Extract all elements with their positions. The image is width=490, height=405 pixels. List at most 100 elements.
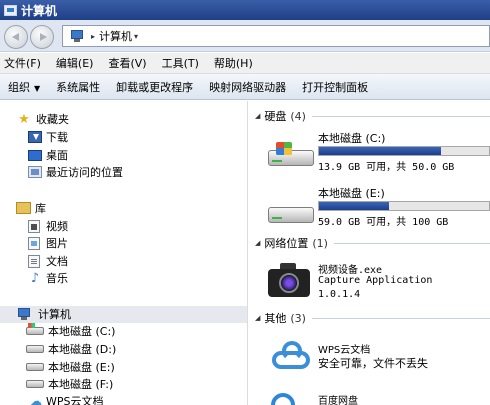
drive-icon xyxy=(26,380,44,388)
drive-name: 本地磁盘 (C:) xyxy=(318,132,386,145)
nav-label: 本地磁盘 (E:) xyxy=(48,361,115,374)
group-divider xyxy=(311,317,490,319)
drive-tile-c[interactable]: 本地磁盘 (C:) 13.9 GB 可用，共 50.0 GB xyxy=(249,130,490,173)
open-control-panel-button[interactable]: 打开控制面板 xyxy=(302,79,368,95)
nav-label: 收藏夹 xyxy=(36,113,69,126)
desktop-icon xyxy=(28,149,42,161)
nav-label: 最近访问的位置 xyxy=(46,166,123,179)
computer-icon xyxy=(16,308,32,320)
computer-icon xyxy=(4,4,17,16)
uninstall-program-button[interactable]: 卸载或更改程序 xyxy=(116,79,193,95)
nav-label: 音乐 xyxy=(46,272,68,285)
nav-item-videos[interactable]: 视频 xyxy=(28,218,68,234)
menu-edit[interactable]: 编辑(E) xyxy=(56,55,94,71)
system-drive-icon xyxy=(268,142,314,166)
nav-item-music[interactable]: ♪ 音乐 xyxy=(28,270,68,286)
drive-usage-bar xyxy=(318,146,490,156)
nav-label: WPS云文档 xyxy=(46,395,104,405)
baidu-netdisk-icon xyxy=(271,393,299,405)
drive-space: 59.0 GB 可用，共 100 GB xyxy=(318,217,449,228)
address-box[interactable]: ▸ 计算机 ▾ xyxy=(62,25,490,47)
nav-item-downloads[interactable]: 下载 xyxy=(28,129,68,145)
breadcrumb-computer[interactable]: 计算机 xyxy=(99,28,132,44)
drive-icon xyxy=(26,345,44,353)
window-title: 计算机 xyxy=(21,3,58,18)
address-bar: ▸ 计算机 ▾ xyxy=(0,20,490,52)
document-icon xyxy=(28,254,40,268)
group-count: (3) xyxy=(290,311,306,325)
app-version: 1.0.1.4 xyxy=(318,289,361,300)
organize-button[interactable]: 组织 ▼ xyxy=(8,79,40,95)
organize-label: 组织 xyxy=(8,80,30,94)
download-icon xyxy=(28,131,42,143)
nav-label: 文档 xyxy=(46,255,68,268)
app-description: Capture Application xyxy=(318,275,433,286)
app-description: 安全可靠，文件不丢失 xyxy=(318,357,428,370)
group-header-other[interactable]: ◢ 其他 (3) xyxy=(249,310,490,326)
collapse-triangle-icon: ◢ xyxy=(255,112,261,120)
computer-icon xyxy=(69,30,85,42)
collapse-triangle-icon: ◢ xyxy=(255,239,261,247)
nav-label: 本地磁盘 (F:) xyxy=(48,378,114,391)
nav-label: 桌面 xyxy=(46,149,68,162)
video-icon xyxy=(28,219,40,233)
group-count: (1) xyxy=(312,236,328,250)
chevron-down-icon: ▼ xyxy=(34,83,41,93)
back-button[interactable] xyxy=(4,25,28,49)
nav-label: 计算机 xyxy=(38,308,71,321)
drive-usage-bar xyxy=(318,201,490,211)
drive-usage-fill xyxy=(319,147,442,155)
app-name: 视频设备.exe xyxy=(318,265,383,276)
nav-item-drive-d[interactable]: 本地磁盘 (D:) xyxy=(26,341,116,357)
nav-label: 库 xyxy=(35,202,46,215)
nav-label: 本地磁盘 (D:) xyxy=(48,343,117,356)
group-label: 网络位置 xyxy=(264,237,309,250)
nav-libraries[interactable]: 库 xyxy=(16,200,46,216)
group-count: (4) xyxy=(290,109,306,123)
nav-favorites[interactable]: ★ 收藏夹 xyxy=(16,111,69,127)
forward-button[interactable] xyxy=(30,25,54,49)
drive-icon xyxy=(26,363,44,371)
group-label: 硬盘 xyxy=(264,110,287,123)
app-name: WPS云文档 xyxy=(318,345,371,356)
wps-cloud-tile[interactable]: WPS云文档 安全可靠，文件不丢失 xyxy=(249,339,490,375)
nav-computer[interactable]: 计算机 xyxy=(16,306,71,322)
system-properties-button[interactable]: 系统属性 xyxy=(56,79,100,95)
group-header-network[interactable]: ◢ 网络位置 (1) xyxy=(249,235,490,251)
group-header-hdd[interactable]: ◢ 硬盘 (4) xyxy=(249,108,490,124)
nav-item-drive-e[interactable]: 本地磁盘 (E:) xyxy=(26,359,115,375)
nav-item-desktop[interactable]: 桌面 xyxy=(28,147,68,163)
cloud-icon: ☁ xyxy=(30,394,42,405)
drive-usage-fill xyxy=(319,202,389,210)
group-divider xyxy=(311,115,490,117)
nav-label: 本地磁盘 (C:) xyxy=(48,325,116,338)
nav-item-drive-c[interactable]: 本地磁盘 (C:) xyxy=(26,323,115,339)
nav-item-pictures[interactable]: 图片 xyxy=(28,235,68,251)
group-label: 其他 xyxy=(264,312,287,325)
menu-help[interactable]: 帮助(H) xyxy=(214,55,253,71)
drive-name: 本地磁盘 (E:) xyxy=(318,187,385,200)
app-name: 百度网盘 xyxy=(318,396,358,405)
menu-file[interactable]: 文件(F) xyxy=(4,55,41,71)
menu-bar: 文件(F) 编辑(E) 查看(V) 工具(T) 帮助(H) xyxy=(0,53,490,73)
drive-tile-e[interactable]: 本地磁盘 (E:) 59.0 GB 可用，共 100 GB xyxy=(249,185,490,228)
chevron-right-icon[interactable]: ▸ xyxy=(91,32,95,41)
library-icon xyxy=(16,202,31,214)
music-icon: ♪ xyxy=(30,270,40,286)
recent-places-icon xyxy=(28,166,42,178)
nav-item-wps-cloud[interactable]: ☁ WPS云文档 xyxy=(28,393,104,405)
nav-item-recent[interactable]: 最近访问的位置 xyxy=(28,164,123,180)
network-app-tile[interactable]: 视频设备.exe Capture Application 1.0.1.4 xyxy=(249,259,490,305)
baidu-netdisk-tile[interactable]: 百度网盘 xyxy=(249,391,490,405)
nav-label: 视频 xyxy=(46,220,68,233)
drive-space: 13.9 GB 可用，共 50.0 GB xyxy=(318,162,455,173)
picture-icon xyxy=(28,236,40,250)
menu-view[interactable]: 查看(V) xyxy=(108,55,146,71)
collapse-triangle-icon: ◢ xyxy=(255,314,261,322)
map-network-drive-button[interactable]: 映射网络驱动器 xyxy=(209,79,286,95)
nav-item-documents[interactable]: 文档 xyxy=(28,253,68,269)
nav-item-drive-f[interactable]: 本地磁盘 (F:) xyxy=(26,376,113,392)
chevron-down-icon[interactable]: ▾ xyxy=(134,32,138,41)
cloud-icon xyxy=(268,341,314,371)
menu-tools[interactable]: 工具(T) xyxy=(162,55,199,71)
